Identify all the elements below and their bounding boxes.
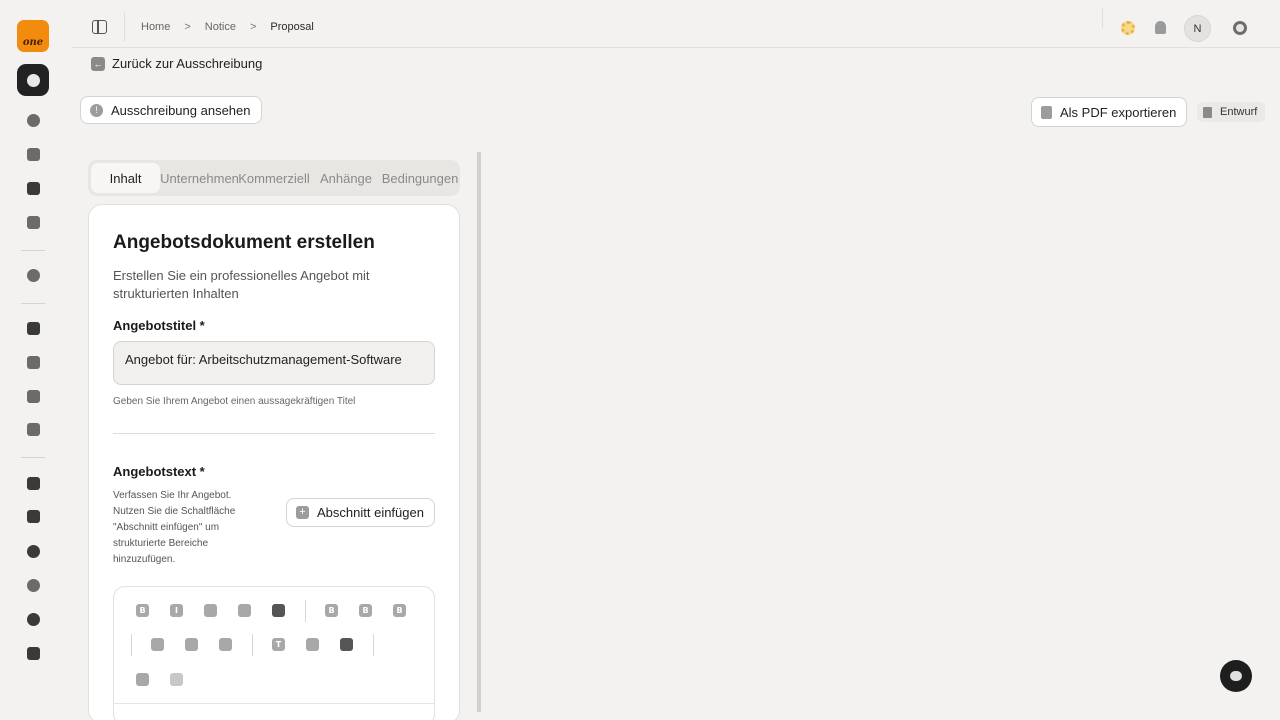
chevron-right-icon: >	[184, 21, 191, 33]
status-label: Entwurf	[1220, 106, 1258, 118]
card-title: Angebotsdokument erstellen	[113, 232, 375, 253]
book-icon[interactable]	[25, 508, 41, 524]
ordered-list-icon[interactable]	[185, 638, 198, 651]
scan-icon[interactable]	[25, 112, 41, 128]
toolbar-divider	[305, 600, 306, 622]
toolbar-divider	[252, 634, 253, 656]
rail-divider	[21, 457, 45, 458]
tab-inhalt[interactable]: Inhalt	[91, 163, 161, 193]
proposal-tabs: Inhalt Unternehmen Kommerziell Anhänge B…	[88, 160, 460, 196]
chat-icon[interactable]	[25, 543, 41, 559]
heading-2-icon[interactable]: B	[359, 604, 372, 617]
export-pdf-button[interactable]: Als PDF exportieren	[1031, 97, 1188, 127]
tab-unternehmen[interactable]: Unternehmen	[160, 163, 239, 193]
tab-bedingungen[interactable]: Bedingungen	[382, 163, 459, 193]
info-icon: !	[90, 103, 103, 117]
bullet-list-icon[interactable]	[151, 638, 164, 651]
highlight-icon[interactable]	[272, 604, 285, 617]
icon-rail: one	[0, 0, 66, 720]
task-list-icon[interactable]	[219, 638, 232, 651]
rail-item-search[interactable]	[17, 64, 49, 96]
panel-resize-handle[interactable]	[477, 152, 481, 712]
chat-support-button[interactable]	[1220, 660, 1252, 692]
search-icon	[26, 73, 40, 87]
bell-icon[interactable]	[25, 577, 41, 593]
logo-text: one	[22, 37, 44, 48]
tab-anhaenge[interactable]: Anhänge	[309, 163, 383, 193]
bold-icon[interactable]: B	[136, 604, 149, 617]
breadcrumb-home[interactable]: Home	[141, 21, 170, 33]
back-to-tender-link[interactable]: ← Zurück zur Ausschreibung	[91, 56, 262, 71]
avatar[interactable]: N	[1184, 15, 1211, 42]
view-tender-label: Ausschreibung ansehen	[111, 102, 251, 118]
team-icon[interactable]	[25, 611, 41, 627]
strikethrough-icon[interactable]	[204, 604, 217, 617]
plus-icon: +	[296, 506, 309, 519]
card-description: Erstellen Sie ein professionelles Angebo…	[113, 268, 370, 301]
back-link-label: Zurück zur Ausschreibung	[112, 56, 263, 71]
insert-section-label: Abschnitt einfügen	[317, 505, 424, 520]
buildings-icon[interactable]	[25, 180, 41, 196]
pdf-file-icon	[1041, 105, 1052, 119]
proposal-form-card: Angebotsdokument erstellen Erstellen Sie…	[88, 204, 460, 720]
toolbar-divider	[131, 634, 132, 656]
document-icon[interactable]	[25, 146, 41, 162]
insert-section-button[interactable]: + Abschnitt einfügen	[286, 498, 435, 527]
target-icon[interactable]	[25, 267, 41, 283]
document-icon	[1203, 106, 1212, 118]
toolbar-divider	[373, 634, 374, 656]
users-icon[interactable]	[25, 645, 41, 661]
toolbar-bottom-border	[114, 703, 434, 704]
arrow-left-icon: ←	[91, 56, 105, 71]
top-bar: Home > Notice > Proposal N	[72, 0, 1280, 48]
heading-1-icon[interactable]: B	[325, 604, 338, 617]
toolbar-divider	[124, 12, 125, 42]
checklist-icon[interactable]	[25, 421, 41, 437]
italic-icon[interactable]: I	[170, 604, 183, 617]
text-format-icon[interactable]: T	[272, 638, 285, 651]
gear-icon[interactable]	[1233, 21, 1247, 35]
status-badge: Entwurf	[1197, 102, 1266, 122]
view-tender-button[interactable]: ! Ausschreibung ansehen	[80, 96, 262, 124]
audio-icon[interactable]	[25, 354, 41, 370]
toolbar-divider	[1102, 8, 1103, 28]
tab-kommerziell[interactable]: Kommerziell	[238, 163, 310, 193]
text-field-description: Verfassen Sie Ihr Angebot. Nutzen Sie di…	[113, 490, 236, 565]
sun-icon[interactable]	[1121, 21, 1135, 35]
chevron-right-icon: >	[249, 21, 257, 33]
breadcrumb: Home > Notice > Proposal	[141, 21, 314, 33]
chip-icon[interactable]	[25, 320, 41, 336]
rail-divider	[21, 303, 45, 304]
undo-icon[interactable]	[136, 673, 149, 686]
bookmark-icon[interactable]	[25, 214, 41, 230]
notification-bell-icon[interactable]	[1155, 21, 1166, 34]
proposal-title-input[interactable]: Angebot für: Arbeitschutzmanagement-Soft…	[113, 341, 435, 385]
breadcrumb-current: Proposal	[270, 21, 314, 33]
title-field-label: Angebotstitel *	[113, 318, 205, 333]
user-card-icon[interactable]	[25, 475, 41, 491]
trend-icon[interactable]	[25, 388, 41, 404]
chat-bubble-icon	[1230, 671, 1242, 681]
rail-divider	[21, 250, 45, 251]
rich-text-editor: B I B B B T	[113, 586, 435, 720]
heading-3-icon[interactable]: B	[393, 604, 406, 617]
text-field-label: Angebotstext *	[113, 464, 205, 479]
code-icon[interactable]	[238, 604, 251, 617]
export-pdf-label: Als PDF exportieren	[1060, 104, 1177, 120]
sidebar-toggle-icon[interactable]	[92, 20, 107, 34]
redo-icon[interactable]	[170, 673, 183, 686]
section-divider	[113, 433, 435, 434]
title-field-hint: Geben Sie Ihrem Angebot einen aussagekrä…	[113, 396, 356, 407]
app-logo[interactable]: one	[17, 20, 49, 52]
table-icon[interactable]	[340, 638, 353, 651]
link-icon[interactable]	[306, 638, 319, 651]
breadcrumb-notice[interactable]: Notice	[205, 21, 236, 33]
